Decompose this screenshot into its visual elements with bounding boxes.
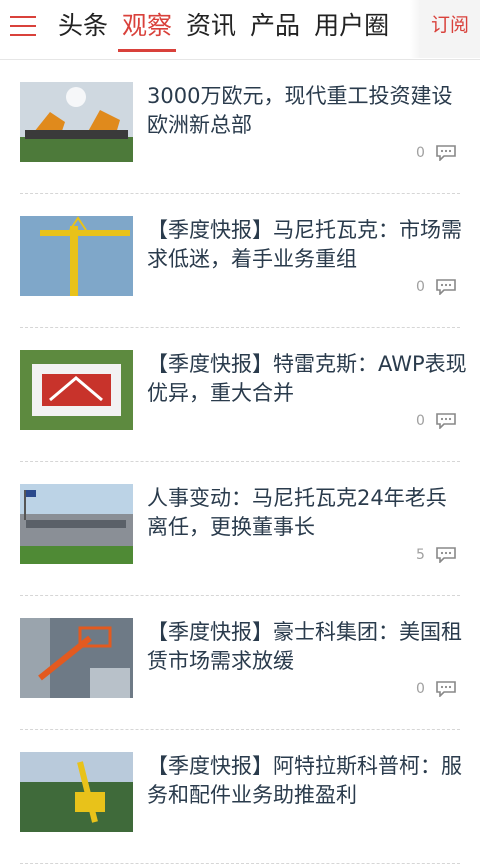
article-title: 【季度快报】特雷克斯：AWP表现优异，重大合并 [147,352,467,405]
comment-icon [436,278,456,295]
comment-count: 5 [415,546,425,563]
article-thumbnail [20,350,133,430]
article-feed: 3000万欧元，现代重工投资建设欧洲新总部 0 【季度快报】马尼托瓦克：市场需求… [0,60,480,864]
comment-meta: 0 [415,410,456,429]
article-item[interactable]: 【季度快报】豪士科集团：美国租赁市场需求放缓 0 [20,596,462,730]
article-item[interactable]: 3000万欧元，现代重工投资建设欧洲新总部 0 [20,60,460,194]
comment-count: 0 [415,278,425,295]
article-item[interactable]: 【季度快报】阿特拉斯科普柯：服务和配件业务助推盈利 [20,730,462,864]
comment-icon [436,412,456,429]
comment-meta: 0 [415,678,456,697]
article-item[interactable]: 【季度快报】马尼托瓦克：市场需求低迷，着手业务重组 0 [20,194,462,328]
article-title: 【季度快报】豪士科集团：美国租赁市场需求放缓 [147,620,462,673]
category-tabs: 头条 观察 资讯 产品 用户圈 [58,0,420,60]
subscribe-button[interactable]: 订阅 [410,0,480,58]
article-item[interactable]: 【季度快报】特雷克斯：AWP表现优异，重大合并 0 [20,328,467,462]
tab-news[interactable]: 资讯 [186,0,236,52]
top-bar: 头条 观察 资讯 产品 用户圈 订阅 [0,0,480,60]
article-thumbnail [20,216,133,296]
article-title: 人事变动：马尼托瓦克24年老兵离任，更换董事长 [147,486,447,539]
comment-meta: 5 [415,544,456,563]
comment-meta [450,812,456,830]
comment-meta: 0 [415,276,456,295]
article-title: 3000万欧元，现代重工投资建设欧洲新总部 [147,84,453,137]
comment-count: 0 [415,412,425,429]
article-thumbnail [20,752,133,832]
tab-observation[interactable]: 观察 [118,0,177,52]
comment-icon [436,546,456,563]
article-title: 【季度快报】马尼托瓦克：市场需求低迷，着手业务重组 [147,218,462,271]
hamburger-menu-icon[interactable] [10,14,38,38]
comment-icon [436,144,456,161]
comment-count: 0 [415,680,425,697]
tab-headlines[interactable]: 头条 [58,0,108,52]
article-item[interactable]: 人事变动：马尼托瓦克24年老兵离任，更换董事长 5 [20,462,460,596]
comment-icon [436,680,456,697]
article-thumbnail [20,82,133,162]
article-thumbnail [20,618,133,698]
article-thumbnail [20,484,133,564]
comment-meta: 0 [415,142,456,161]
tab-products[interactable]: 产品 [250,0,300,52]
comment-count: 0 [415,144,425,161]
tab-user-circle[interactable]: 用户圈 [314,0,389,52]
article-title: 【季度快报】阿特拉斯科普柯：服务和配件业务助推盈利 [147,754,462,807]
